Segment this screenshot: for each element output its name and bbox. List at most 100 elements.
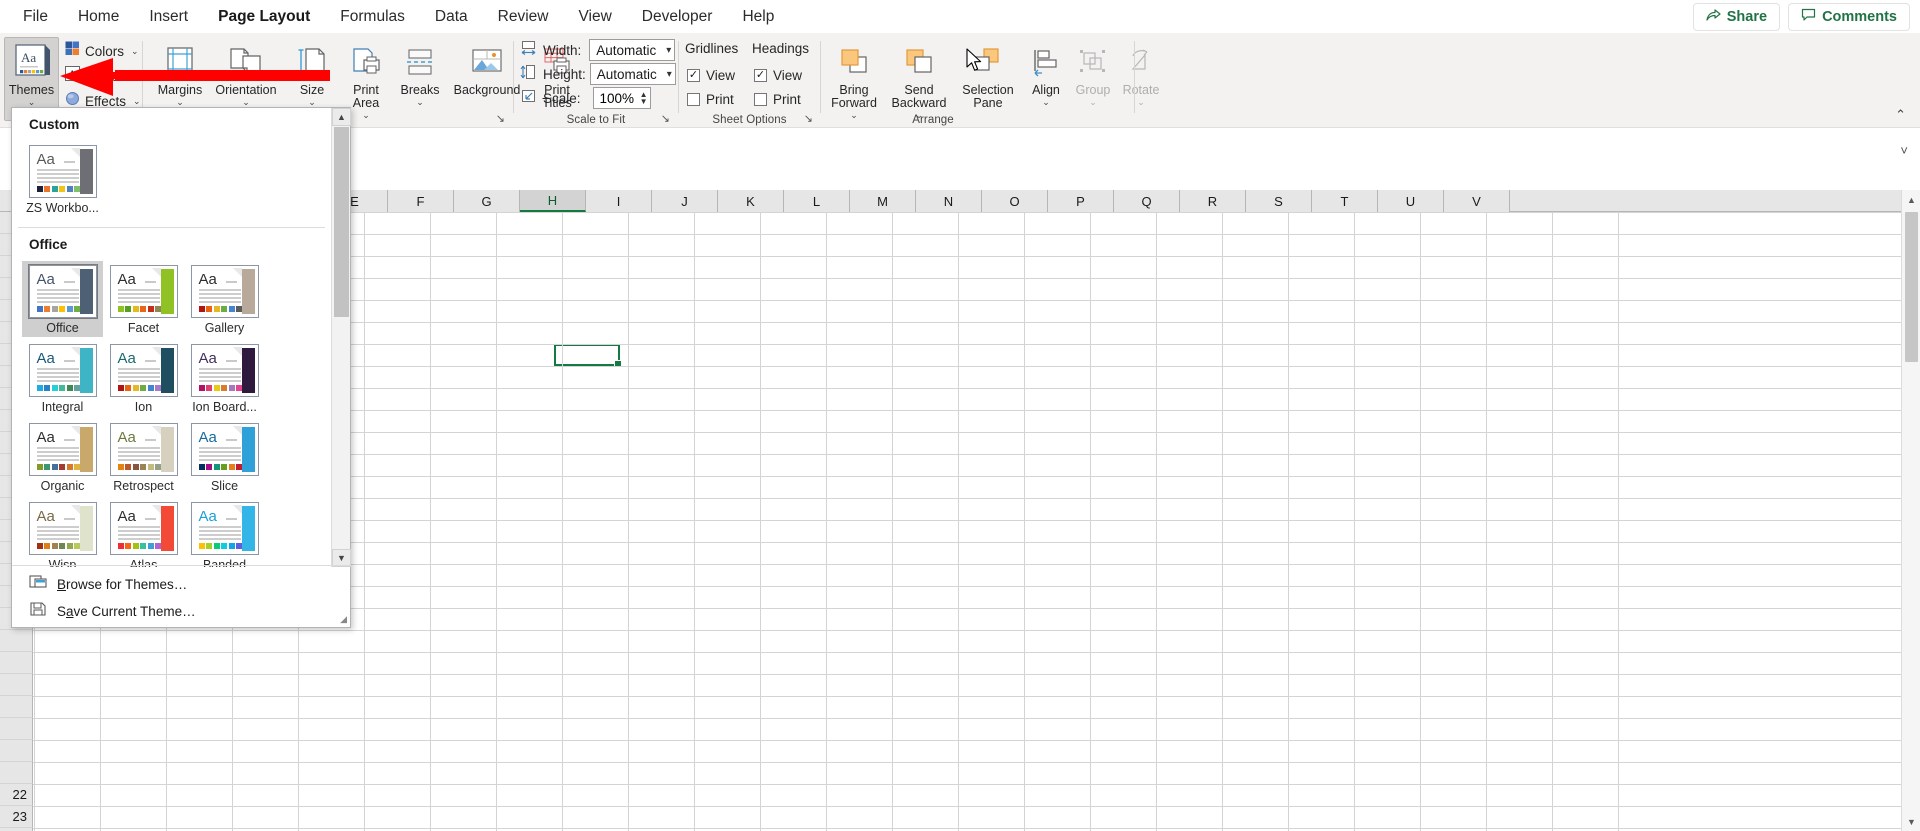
theme-item-wisp[interactable]: Aa Wisp bbox=[22, 498, 103, 567]
column-header-u[interactable]: U bbox=[1378, 190, 1444, 212]
column-header-q[interactable]: Q bbox=[1114, 190, 1180, 212]
formula-bar-expand-button[interactable]: ˅ bbox=[1900, 143, 1908, 158]
chevron-down-icon[interactable]: ⌄ bbox=[362, 110, 370, 120]
gallery-scrollbar-thumb[interactable] bbox=[334, 127, 349, 317]
row-header[interactable] bbox=[0, 762, 33, 784]
row-header[interactable] bbox=[0, 630, 33, 652]
theme-item-retrospect[interactable]: Aa Retrospect bbox=[103, 419, 184, 495]
theme-color-swatches bbox=[36, 385, 80, 391]
tab-home[interactable]: Home bbox=[65, 3, 132, 31]
page-height-select[interactable]: Automatic ▾ bbox=[589, 63, 676, 85]
theme-item-office[interactable]: Aa Office bbox=[22, 261, 103, 337]
tab-view[interactable]: View bbox=[565, 3, 624, 31]
headings-print-row[interactable]: Print bbox=[754, 88, 801, 110]
column-header-l[interactable]: L bbox=[784, 190, 850, 212]
theme-item-integral[interactable]: Aa Integral bbox=[22, 340, 103, 416]
column-header-n[interactable]: N bbox=[916, 190, 982, 212]
chevron-down-icon[interactable]: ⌄ bbox=[416, 97, 424, 107]
column-header-h[interactable]: H bbox=[520, 190, 586, 212]
column-header-k[interactable]: K bbox=[718, 190, 784, 212]
chevron-down-icon[interactable]: ⌄ bbox=[1042, 97, 1050, 107]
column-header-p[interactable]: P bbox=[1048, 190, 1114, 212]
tab-formulas[interactable]: Formulas bbox=[327, 3, 418, 31]
row-header[interactable] bbox=[0, 652, 33, 674]
gridlines-view-checkbox[interactable]: ✓ bbox=[687, 68, 700, 82]
vertical-scrollbar[interactable]: ▲ ▼ bbox=[1901, 190, 1920, 831]
scroll-up-button[interactable]: ▲ bbox=[1902, 190, 1920, 209]
theme-item-slice[interactable]: Aa Slice bbox=[184, 419, 265, 495]
tab-insert[interactable]: Insert bbox=[136, 3, 201, 31]
theme-colors-button[interactable]: Colors ⌄ bbox=[60, 39, 144, 63]
chevron-down-icon[interactable]: ⌄ bbox=[242, 97, 250, 107]
tab-page-layout[interactable]: Page Layout bbox=[205, 3, 323, 37]
scale-to-fit-dialog-launcher[interactable]: ↘ bbox=[661, 112, 670, 125]
browse-for-themes-item[interactable]: Browse for Themes… bbox=[12, 571, 350, 598]
theme-item-ion[interactable]: Aa Ion bbox=[103, 340, 184, 416]
theme-item-organic[interactable]: Aa Organic bbox=[22, 419, 103, 495]
tab-developer[interactable]: Developer bbox=[629, 3, 726, 31]
theme-item-banded[interactable]: Aa Banded bbox=[184, 498, 265, 567]
row-header-23[interactable]: 23 bbox=[0, 806, 33, 828]
grid-column-line bbox=[1618, 212, 1619, 831]
tab-data[interactable]: Data bbox=[422, 3, 481, 31]
gridlines-print-checkbox[interactable] bbox=[687, 92, 700, 106]
tab-file[interactable]: File bbox=[10, 3, 61, 31]
row-header[interactable] bbox=[0, 696, 33, 718]
stepper-arrows-icon[interactable]: ▲ ▼ bbox=[637, 91, 648, 106]
column-header-i[interactable]: I bbox=[586, 190, 652, 212]
page-width-select[interactable]: Automatic ▾ bbox=[589, 39, 676, 61]
column-header-s[interactable]: S bbox=[1246, 190, 1312, 212]
tab-review[interactable]: Review bbox=[485, 3, 562, 31]
theme-item-gallery[interactable]: Aa Gallery bbox=[184, 261, 265, 337]
row-header[interactable] bbox=[0, 718, 33, 740]
theme-item-atlas[interactable]: Aa Atlas bbox=[103, 498, 184, 567]
chevron-down-icon[interactable]: ▾ bbox=[667, 69, 672, 80]
headings-view-checkbox[interactable]: ✓ bbox=[754, 68, 767, 82]
gridlines-print-row[interactable]: Print bbox=[687, 88, 734, 110]
active-cell[interactable] bbox=[554, 344, 622, 368]
headings-view-row[interactable]: ✓ View bbox=[754, 64, 802, 86]
row-header-22[interactable]: 22 bbox=[0, 784, 33, 806]
comments-button[interactable]: Comments bbox=[1788, 3, 1910, 31]
page-scale-stepper[interactable]: 100% ▲ ▼ bbox=[592, 87, 651, 109]
gallery-scroll-up-button[interactable]: ▲ bbox=[332, 108, 351, 126]
gallery-resize-grip[interactable]: ◢ bbox=[340, 614, 347, 625]
bring-forward-button[interactable]: Bring Forward ⌄ bbox=[823, 37, 885, 121]
gallery-scrollbar[interactable]: ▲ ▼ bbox=[331, 108, 351, 567]
theme-item-facet[interactable]: Aa Facet bbox=[103, 261, 184, 337]
sheet-options-dialog-launcher[interactable]: ↘ bbox=[804, 112, 813, 125]
column-header-j[interactable]: J bbox=[652, 190, 718, 212]
gridlines-view-row[interactable]: ✓ View bbox=[687, 64, 735, 86]
column-header-g[interactable]: G bbox=[454, 190, 520, 212]
column-header-r[interactable]: R bbox=[1180, 190, 1246, 212]
column-header-t[interactable]: T bbox=[1312, 190, 1378, 212]
scrollbar-thumb[interactable] bbox=[1905, 212, 1918, 362]
column-header-o[interactable]: O bbox=[982, 190, 1048, 212]
tab-help[interactable]: Help bbox=[729, 3, 787, 31]
themes-caret-icon[interactable]: ⌄ bbox=[28, 97, 36, 107]
column-header-v[interactable]: V bbox=[1444, 190, 1510, 212]
chevron-down-icon[interactable]: ⌄ bbox=[308, 97, 316, 107]
breaks-button[interactable]: Breaks ⌄ bbox=[394, 37, 446, 121]
theme-item-zs-workbo[interactable]: Aa ZS Workbo... bbox=[22, 141, 103, 217]
chevron-down-icon[interactable]: ⌄ bbox=[126, 71, 134, 82]
chevron-down-icon[interactable]: ⌄ bbox=[176, 97, 184, 107]
chevron-down-icon[interactable]: ▾ bbox=[666, 45, 671, 56]
collapse-ribbon-button[interactable]: ⌃ bbox=[1895, 107, 1906, 123]
send-backward-button[interactable]: Send Backward ⌄ bbox=[885, 37, 953, 121]
save-current-theme-item[interactable]: Save Current Theme… bbox=[12, 598, 350, 625]
chevron-down-icon[interactable]: ⌄ bbox=[131, 46, 139, 57]
row-header[interactable] bbox=[0, 674, 33, 696]
selection-pane-button[interactable]: Selection Pane bbox=[953, 37, 1023, 121]
theme-fonts-button[interactable]: A Fonts ⌄ bbox=[60, 64, 138, 88]
share-button[interactable]: Share bbox=[1692, 3, 1781, 31]
theme-item-ion-board[interactable]: Aa Ion Board... bbox=[184, 340, 265, 416]
align-button[interactable]: Align ⌄ bbox=[1023, 37, 1069, 121]
scroll-down-button[interactable]: ▼ bbox=[1902, 812, 1920, 831]
column-header-m[interactable]: M bbox=[850, 190, 916, 212]
column-header-f[interactable]: F bbox=[388, 190, 454, 212]
row-header[interactable] bbox=[0, 740, 33, 762]
page-setup-dialog-launcher[interactable]: ↘ bbox=[496, 112, 505, 125]
chevron-down-icon[interactable]: ⌄ bbox=[133, 96, 141, 107]
headings-print-checkbox[interactable] bbox=[754, 92, 767, 106]
